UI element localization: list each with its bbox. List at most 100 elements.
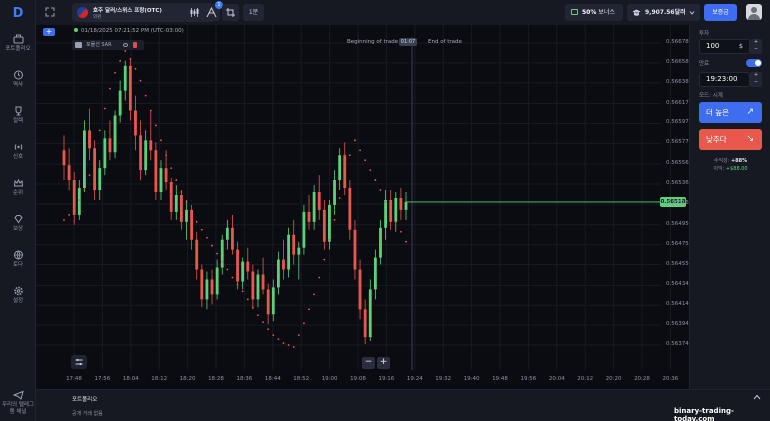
sidebar-item-label: 토다 [12, 262, 24, 268]
indicators-button[interactable]: 1 [203, 1, 223, 21]
sar-dot [359, 149, 361, 152]
sar-dot [63, 218, 65, 221]
trash-icon[interactable] [133, 42, 137, 48]
beginning-of-trade-label: Beginning of trade [347, 39, 399, 45]
sar-dot [297, 334, 300, 337]
candle [373, 257, 377, 290]
indicator-name: 포물선 SAR [86, 42, 112, 48]
y-tick-label: 0.56394 [666, 321, 689, 328]
sar-dot [200, 228, 203, 231]
candle [113, 115, 117, 153]
y-tick-label: 0.56597 [666, 119, 689, 126]
sidebar-item-telegram[interactable]: 우리의 텔레그램 채널 [0, 390, 36, 416]
x-tick-label: 19:56 [520, 376, 537, 382]
portfolio-tab[interactable]: 포트폴리오 [72, 395, 97, 403]
candle [389, 199, 393, 222]
candle [205, 279, 209, 300]
price-chart[interactable]: + 01/18/2025 07:21:52 PM (UTC-03:00) 포물선… [36, 25, 689, 389]
sar-dot [195, 220, 198, 223]
account-balance: 9,907.56달러 [645, 9, 686, 16]
lower-button[interactable]: 낮추다 ↘ [699, 129, 762, 150]
x-tick-label: 20:12 [577, 376, 594, 382]
drawing-tools-button[interactable] [222, 4, 239, 21]
chart-settings-button[interactable] [71, 355, 87, 369]
watermark: binary-trading-today.com [674, 407, 734, 421]
sar-dot [206, 236, 208, 239]
amount-stepper[interactable]: + − [750, 39, 762, 54]
sidebar-item-settings[interactable]: 설정 [0, 286, 36, 305]
sar-dot [88, 174, 91, 177]
expiry-stepper[interactable]: + − [750, 72, 762, 87]
chart-canvas[interactable] [36, 25, 689, 389]
candle [271, 287, 275, 315]
deposit-button[interactable]: 보증금 [704, 4, 737, 21]
candle [179, 194, 183, 222]
higher-button[interactable]: 더 높은 ↗ [699, 102, 762, 123]
amount-field[interactable]: 100 $ [699, 39, 750, 54]
y-tick-label: 0.56678 [666, 38, 689, 45]
sar-dot [139, 79, 142, 82]
candle [399, 197, 403, 210]
sidebar-item-label: 컬렉 [12, 118, 24, 124]
x-tick-label: 20:28 [634, 376, 650, 382]
candle [128, 65, 132, 111]
candle [164, 168, 168, 183]
x-tick-label: 19:16 [378, 376, 395, 382]
sar-dot [354, 139, 356, 142]
arrow-up-right-icon: ↗ [746, 107, 754, 117]
chevron-up-icon[interactable] [753, 394, 761, 400]
candle [317, 192, 321, 210]
sidebar-item-globe[interactable]: 토다 [0, 250, 36, 269]
add-chart-button[interactable]: + [43, 28, 55, 36]
candle [251, 271, 255, 300]
zoom-in-button[interactable]: + [377, 357, 390, 369]
bonus-percent: 50% [582, 9, 597, 16]
expiry-time-field[interactable]: 19:23:00 [699, 72, 750, 87]
trade-panel: 투자 100 $ + − 만료 19:23:00 + − 모드: 시계 더 높은 ↗… [689, 25, 770, 389]
expiry-mode-toggle[interactable] [746, 59, 762, 67]
mode-label: 모드: 시계 [699, 93, 723, 99]
timeframe-selector[interactable]: 1분 [243, 4, 264, 21]
candle [246, 261, 250, 272]
indicator-legend[interactable]: 포물선 SAR [72, 40, 144, 50]
sar-dot [160, 139, 162, 142]
sidebar-item-history[interactable]: 역사 [0, 70, 36, 89]
x-tick-label: 18:52 [293, 376, 310, 382]
candle [72, 180, 76, 215]
expiry-label: 만료 [699, 61, 710, 67]
candle [195, 239, 199, 270]
candle [88, 130, 91, 149]
expand-icon[interactable] [44, 6, 56, 18]
bonus-button[interactable]: 50% 보너스 [565, 4, 623, 21]
candle [220, 239, 224, 268]
sidebar-item-ranking[interactable]: 순위 [0, 178, 36, 197]
app-logo[interactable]: D [10, 6, 26, 22]
x-tick-label: 18:44 [264, 376, 281, 382]
candle [307, 211, 311, 222]
chart-type-button[interactable] [186, 4, 203, 21]
sidebar-item-signals[interactable]: 신호 [0, 142, 36, 161]
globe-icon [13, 250, 23, 260]
eye-icon[interactable] [123, 43, 128, 47]
candle [154, 150, 158, 193]
sidebar-item-portfolio[interactable]: 포트폴리오 [0, 34, 36, 53]
sar-dot [379, 189, 382, 191]
zoom-out-button[interactable]: − [362, 357, 375, 369]
sar-dot [134, 67, 137, 70]
indicator-settings-icon[interactable] [75, 42, 82, 48]
candle [276, 259, 280, 288]
candle [103, 138, 107, 169]
academy-cap-icon [632, 9, 641, 16]
sar-dot [282, 342, 285, 344]
no-open-trades-text: 공개 거래 없음 [72, 411, 103, 417]
sidebar-item-trophy[interactable]: 컬렉 [0, 106, 36, 125]
x-tick-label: 18:36 [236, 376, 253, 382]
avatar[interactable] [746, 4, 762, 20]
sar-dot [338, 197, 341, 199]
balance-selector[interactable]: 9,907.56달러 [627, 4, 700, 21]
sar-dot [246, 298, 249, 301]
x-tick-label: 19:32 [435, 376, 452, 382]
end-of-trade-label: End of trade [428, 39, 462, 45]
sidebar-item-rewards[interactable]: 보상 [0, 214, 36, 233]
candle [231, 227, 234, 250]
